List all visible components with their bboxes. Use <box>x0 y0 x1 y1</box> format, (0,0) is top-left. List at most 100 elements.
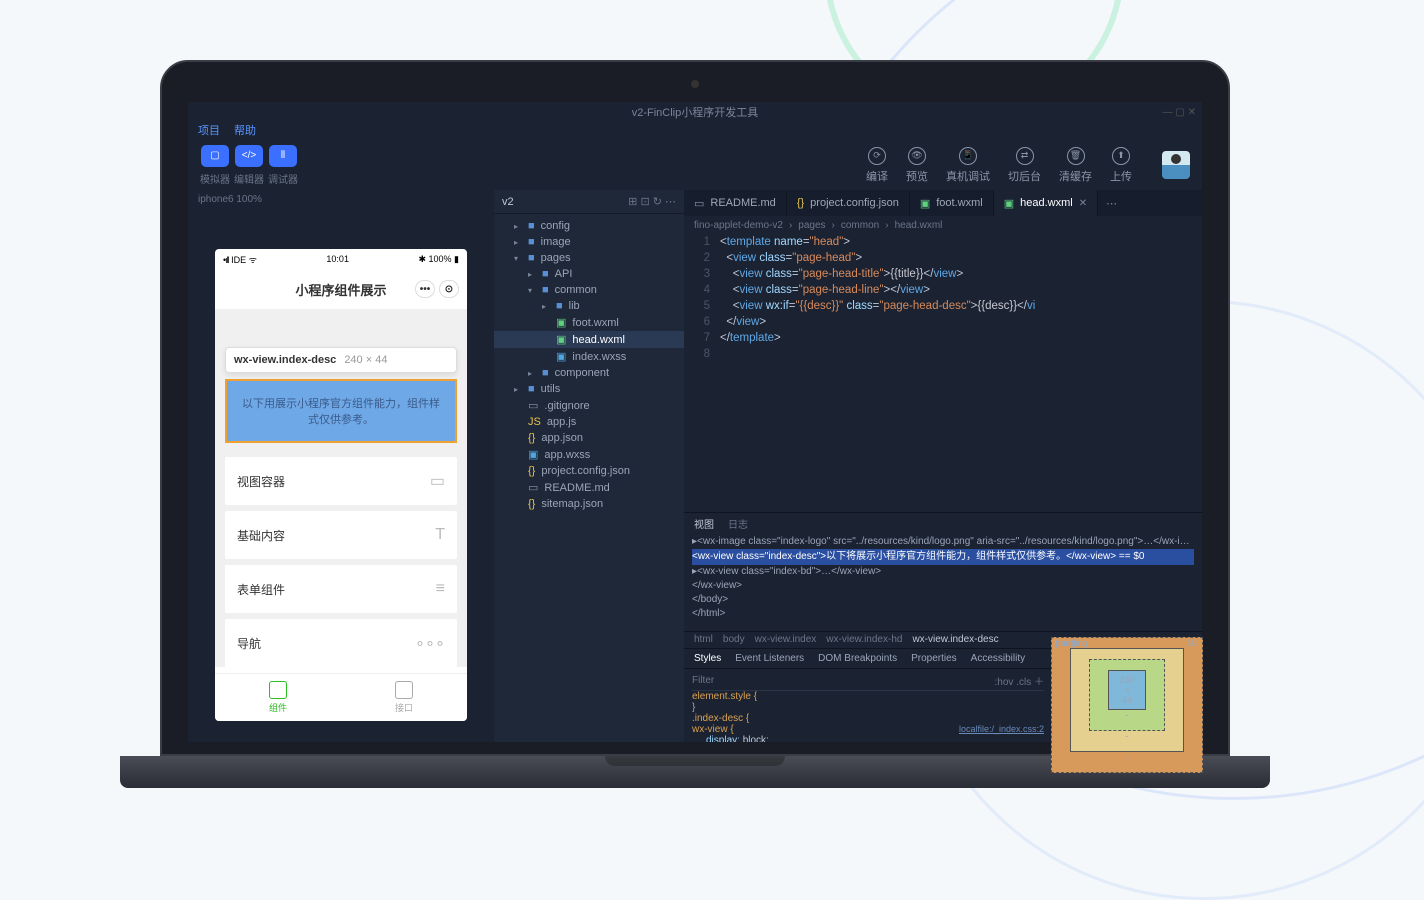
phone-tab[interactable]: 接口 <box>341 674 467 721</box>
file-icon: ■ <box>528 236 535 248</box>
app-body: wx-view.index-desc240 × 44 以下用展示小程序官方组件能… <box>215 309 467 667</box>
file-icon: ▣ <box>1004 197 1014 210</box>
list-item-icon: ∘∘∘ <box>415 633 445 653</box>
styles-tab[interactable]: Properties <box>911 653 957 664</box>
tree-item[interactable]: ▾■common <box>494 282 684 298</box>
dom-crumb[interactable]: wx-view.index <box>755 634 817 645</box>
menu-help[interactable]: 帮助 <box>234 122 256 140</box>
tree-item[interactable]: ▣foot.wxml <box>494 314 684 331</box>
styles-tab[interactable]: Event Listeners <box>735 653 804 664</box>
caret-icon: ▸ <box>514 222 522 231</box>
file-icon: ■ <box>528 252 535 264</box>
menu-project[interactable]: 项目 <box>198 122 220 140</box>
phone-frame: •ıll IDE ᯤ 10:01 ✱ 100% ▮ 小程序组件展示 ••• ⊙ <box>215 249 467 721</box>
dom-node[interactable]: <wx-view class="index-desc">以下将展示小程序官方组件… <box>692 549 1194 565</box>
dom-crumb[interactable]: body <box>723 634 745 645</box>
tab-icon <box>395 681 413 699</box>
tree-item[interactable]: ▣index.wxss <box>494 348 684 365</box>
camera-dot <box>691 80 699 88</box>
tree-item[interactable]: JSapp.js <box>494 414 684 430</box>
file-icon: ■ <box>556 300 563 312</box>
toolbar-btn-2[interactable]: ⫴ <box>269 145 297 167</box>
tree-item[interactable]: {}project.config.json <box>494 463 684 479</box>
phone-tabbar: 组件接口 <box>215 673 467 721</box>
caret-icon: ▸ <box>528 270 536 279</box>
explorer-actions[interactable]: ⊞ ⊡ ↻ ⋯ <box>628 195 676 208</box>
toolbar-action-1[interactable]: 👁预览 <box>906 147 928 184</box>
styles-tab[interactable]: Accessibility <box>971 653 1025 664</box>
styles-tab[interactable]: DOM Breakpoints <box>818 653 897 664</box>
avatar[interactable] <box>1162 151 1190 179</box>
styles-tab[interactable]: Styles <box>694 653 721 664</box>
toolbar-action-5[interactable]: ⬆上传 <box>1110 147 1132 184</box>
app-close-icon[interactable]: ⊙ <box>439 280 459 298</box>
tree-item[interactable]: {}app.json <box>494 430 684 446</box>
dom-node[interactable]: </body> <box>692 593 1194 607</box>
caret-icon: ▸ <box>514 238 522 247</box>
sim-list-item[interactable]: 导航∘∘∘ <box>225 619 457 667</box>
minimap[interactable] <box>1142 234 1202 512</box>
dom-node[interactable]: </html> <box>692 607 1194 621</box>
editor-tab[interactable]: ▣foot.wxml <box>910 190 994 216</box>
file-icon: {} <box>528 465 535 477</box>
project-root: v2 <box>502 196 514 208</box>
tree-item[interactable]: ▸■component <box>494 365 684 381</box>
dom-tree[interactable]: ▸<wx-image class="index-logo" src="../re… <box>684 533 1202 631</box>
app-menu-more-icon[interactable]: ••• <box>415 280 435 298</box>
file-icon: ▭ <box>528 399 538 412</box>
file-icon: {} <box>528 432 535 444</box>
toolbar-action-4[interactable]: 🗑清缓存 <box>1059 147 1092 184</box>
tree-item[interactable]: ▸■utils <box>494 381 684 397</box>
toolbar-action-0[interactable]: ⟳编译 <box>866 147 888 184</box>
file-icon: ▭ <box>528 481 538 494</box>
tree-item[interactable]: ▣app.wxss <box>494 446 684 463</box>
tree-item[interactable]: ▾■pages <box>494 250 684 266</box>
phone-statusbar: •ıll IDE ᯤ 10:01 ✱ 100% ▮ <box>215 249 467 269</box>
tree-item[interactable]: ▸■config <box>494 218 684 234</box>
editor-tab[interactable]: ▣head.wxml✕ <box>994 190 1098 216</box>
file-icon: {} <box>528 498 535 510</box>
devtools-top-tab[interactable]: 视图 <box>694 516 714 531</box>
dom-crumb[interactable]: wx-view.index-hd <box>826 634 902 645</box>
styles-hov[interactable]: :hov .cls ＋ <box>995 673 1044 688</box>
tree-item[interactable]: ▸■API <box>494 266 684 282</box>
file-icon: {} <box>797 197 804 209</box>
dom-crumb[interactable]: wx-view.index-desc <box>912 634 998 645</box>
file-icon: ▣ <box>528 448 538 461</box>
tree-item[interactable]: ▸■lib <box>494 298 684 314</box>
file-icon: ▣ <box>556 350 566 363</box>
file-explorer: v2 ⊞ ⊡ ↻ ⋯ ▸■config▸■image▾■pages▸■API▾■… <box>494 190 684 742</box>
tabs-more-icon[interactable]: ⋯ <box>1098 190 1125 216</box>
editor-tab[interactable]: ▭README.md <box>684 190 787 216</box>
close-icon[interactable]: ✕ <box>1079 198 1087 209</box>
tree-item[interactable]: {}sitemap.json <box>494 496 684 512</box>
phone-tab[interactable]: 组件 <box>215 674 341 721</box>
tree-item[interactable]: ▭.gitignore <box>494 397 684 414</box>
dom-crumb[interactable]: html <box>694 634 713 645</box>
tree-item[interactable]: ▣head.wxml <box>494 331 684 348</box>
menubar: 项目 帮助 <box>188 122 1202 140</box>
tree-item[interactable]: ▭README.md <box>494 479 684 496</box>
sim-list-item[interactable]: 视图容器▭ <box>225 457 457 505</box>
toolbar: ▢模拟器</>编辑器⫴调试器 ⟳编译👁预览📱真机调试⇄切后台🗑清缓存⬆上传 <box>188 140 1202 190</box>
dom-node[interactable]: ▸<wx-view class="index-bd">…</wx-view> <box>692 565 1194 579</box>
toolbar-btn-1[interactable]: </> <box>235 145 263 167</box>
styles-rules[interactable]: Filter :hov .cls ＋ element.style {}.inde… <box>684 669 1052 743</box>
simulator-device-info: iphone6 100% <box>188 190 494 209</box>
toolbar-action-2[interactable]: 📱真机调试 <box>946 147 990 184</box>
sim-list-item[interactable]: 基础内容T <box>225 511 457 559</box>
code-editor[interactable]: 12345678 <template name="head"> <view cl… <box>684 234 1202 512</box>
window-controls[interactable]: — ▢ ✕ <box>1163 107 1196 118</box>
dom-node[interactable]: ▸<wx-image class="index-logo" src="../re… <box>692 535 1194 549</box>
file-icon: JS <box>528 416 541 428</box>
styles-filter[interactable]: Filter <box>692 675 714 686</box>
sim-list-item[interactable]: 表单组件≡ <box>225 565 457 613</box>
toolbar-btn-0[interactable]: ▢ <box>201 145 229 167</box>
highlighted-element[interactable]: 以下用展示小程序官方组件能力，组件样式仅供参考。 <box>225 379 457 443</box>
toolbar-action-3[interactable]: ⇄切后台 <box>1008 147 1041 184</box>
editor-tab[interactable]: {}project.config.json <box>787 190 910 216</box>
tree-item[interactable]: ▸■image <box>494 234 684 250</box>
list-item-icon: ≡ <box>436 580 445 598</box>
dom-node[interactable]: </wx-view> <box>692 579 1194 593</box>
devtools-top-tab[interactable]: 日志 <box>728 516 748 531</box>
